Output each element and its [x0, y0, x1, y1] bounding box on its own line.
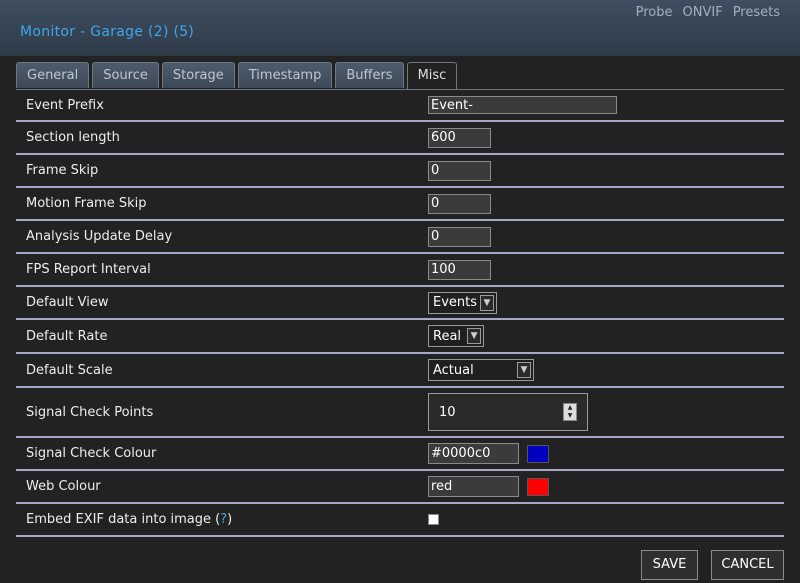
motion-frame-skip-label: Motion Frame Skip	[26, 196, 147, 211]
row-section-length: Section length	[16, 121, 784, 154]
row-fps-report-interval: FPS Report Interval	[16, 253, 784, 286]
web-colour-label: Web Colour	[26, 479, 101, 494]
web-colour-swatch[interactable]	[527, 477, 549, 496]
header-bar: Monitor - Garage (2) (5) Probe ONVIF Pre…	[0, 0, 800, 56]
analysis-update-delay-label: Analysis Update Delay	[26, 229, 173, 244]
chevron-down-icon: ▼	[517, 362, 531, 378]
probe-link[interactable]: Probe	[636, 5, 673, 20]
fps-report-interval-input[interactable]	[428, 259, 491, 280]
signal-check-colour-input[interactable]	[428, 443, 519, 464]
row-motion-frame-skip: Motion Frame Skip	[16, 187, 784, 220]
section-length-input[interactable]	[428, 127, 491, 148]
signal-check-colour-swatch[interactable]	[527, 444, 549, 463]
row-default-view: Default View Events ▼	[16, 286, 784, 319]
settings-table: Event Prefix Section length Frame Skip M…	[16, 90, 784, 537]
save-button[interactable]: SAVE	[641, 550, 698, 580]
tab-misc[interactable]: Misc	[406, 62, 458, 89]
embed-exif-text-end: )	[227, 512, 233, 527]
header-links: Probe ONVIF Presets	[636, 5, 780, 20]
default-view-value: Events	[433, 295, 478, 310]
default-scale-select[interactable]: Actual ▼	[428, 359, 534, 381]
default-rate-select[interactable]: Real ▼	[428, 325, 485, 347]
row-embed-exif: Embed EXIF data into image (?)	[16, 503, 784, 536]
event-prefix-input[interactable]	[428, 96, 617, 114]
row-frame-skip: Frame Skip	[16, 154, 784, 187]
row-default-rate: Default Rate Real ▼	[16, 319, 784, 353]
settings-panel: Event Prefix Section length Frame Skip M…	[16, 89, 784, 540]
row-event-prefix: Event Prefix	[16, 90, 784, 121]
embed-exif-text: Embed EXIF data into image (	[26, 512, 221, 527]
chevron-down-icon: ▼	[480, 294, 495, 311]
row-default-scale: Default Scale Actual ▼	[16, 353, 784, 387]
motion-frame-skip-input[interactable]	[428, 193, 491, 214]
page-title: Monitor - Garage (2) (5)	[20, 24, 195, 40]
tab-timestamp[interactable]: Timestamp	[237, 62, 333, 88]
default-scale-label: Default Scale	[26, 362, 113, 378]
signal-check-points-stepper[interactable]: 10 ▲ ▼	[428, 393, 588, 431]
spinner-arrows-icon[interactable]: ▲ ▼	[563, 403, 577, 421]
tab-bar: General Source Storage Timestamp Buffers…	[16, 62, 458, 89]
onvif-link[interactable]: ONVIF	[683, 5, 723, 20]
default-view-select[interactable]: Events ▼	[428, 291, 498, 314]
cancel-button[interactable]: CANCEL	[711, 550, 784, 580]
fps-report-interval-label: FPS Report Interval	[26, 262, 151, 277]
signal-check-points-value: 10	[439, 404, 456, 420]
row-analysis-update-delay: Analysis Update Delay	[16, 220, 784, 253]
analysis-update-delay-input[interactable]	[428, 226, 491, 247]
embed-exif-checkbox[interactable]	[428, 514, 439, 525]
chevron-down-icon: ▼	[467, 328, 482, 344]
tab-general[interactable]: General	[16, 62, 90, 88]
section-length-label: Section length	[26, 130, 120, 145]
signal-check-points-label: Signal Check Points	[26, 404, 154, 420]
signal-check-colour-label: Signal Check Colour	[26, 446, 157, 461]
tab-source[interactable]: Source	[92, 62, 159, 88]
embed-exif-label: Embed EXIF data into image (?)	[16, 503, 428, 536]
row-signal-check-colour: Signal Check Colour	[16, 437, 784, 470]
default-rate-value: Real	[433, 328, 462, 344]
row-web-colour: Web Colour	[16, 470, 784, 503]
row-signal-check-points: Signal Check Points 10 ▲ ▼	[16, 387, 784, 437]
frame-skip-label: Frame Skip	[26, 163, 99, 178]
tab-storage[interactable]: Storage	[161, 62, 235, 88]
default-rate-label: Default Rate	[26, 328, 108, 344]
web-colour-input[interactable]	[428, 476, 519, 497]
default-scale-value: Actual	[433, 362, 474, 378]
tab-buffers[interactable]: Buffers	[335, 62, 404, 88]
presets-link[interactable]: Presets	[733, 5, 780, 20]
default-view-label: Default View	[26, 295, 109, 310]
event-prefix-label: Event Prefix	[26, 97, 104, 113]
frame-skip-input[interactable]	[428, 160, 491, 181]
